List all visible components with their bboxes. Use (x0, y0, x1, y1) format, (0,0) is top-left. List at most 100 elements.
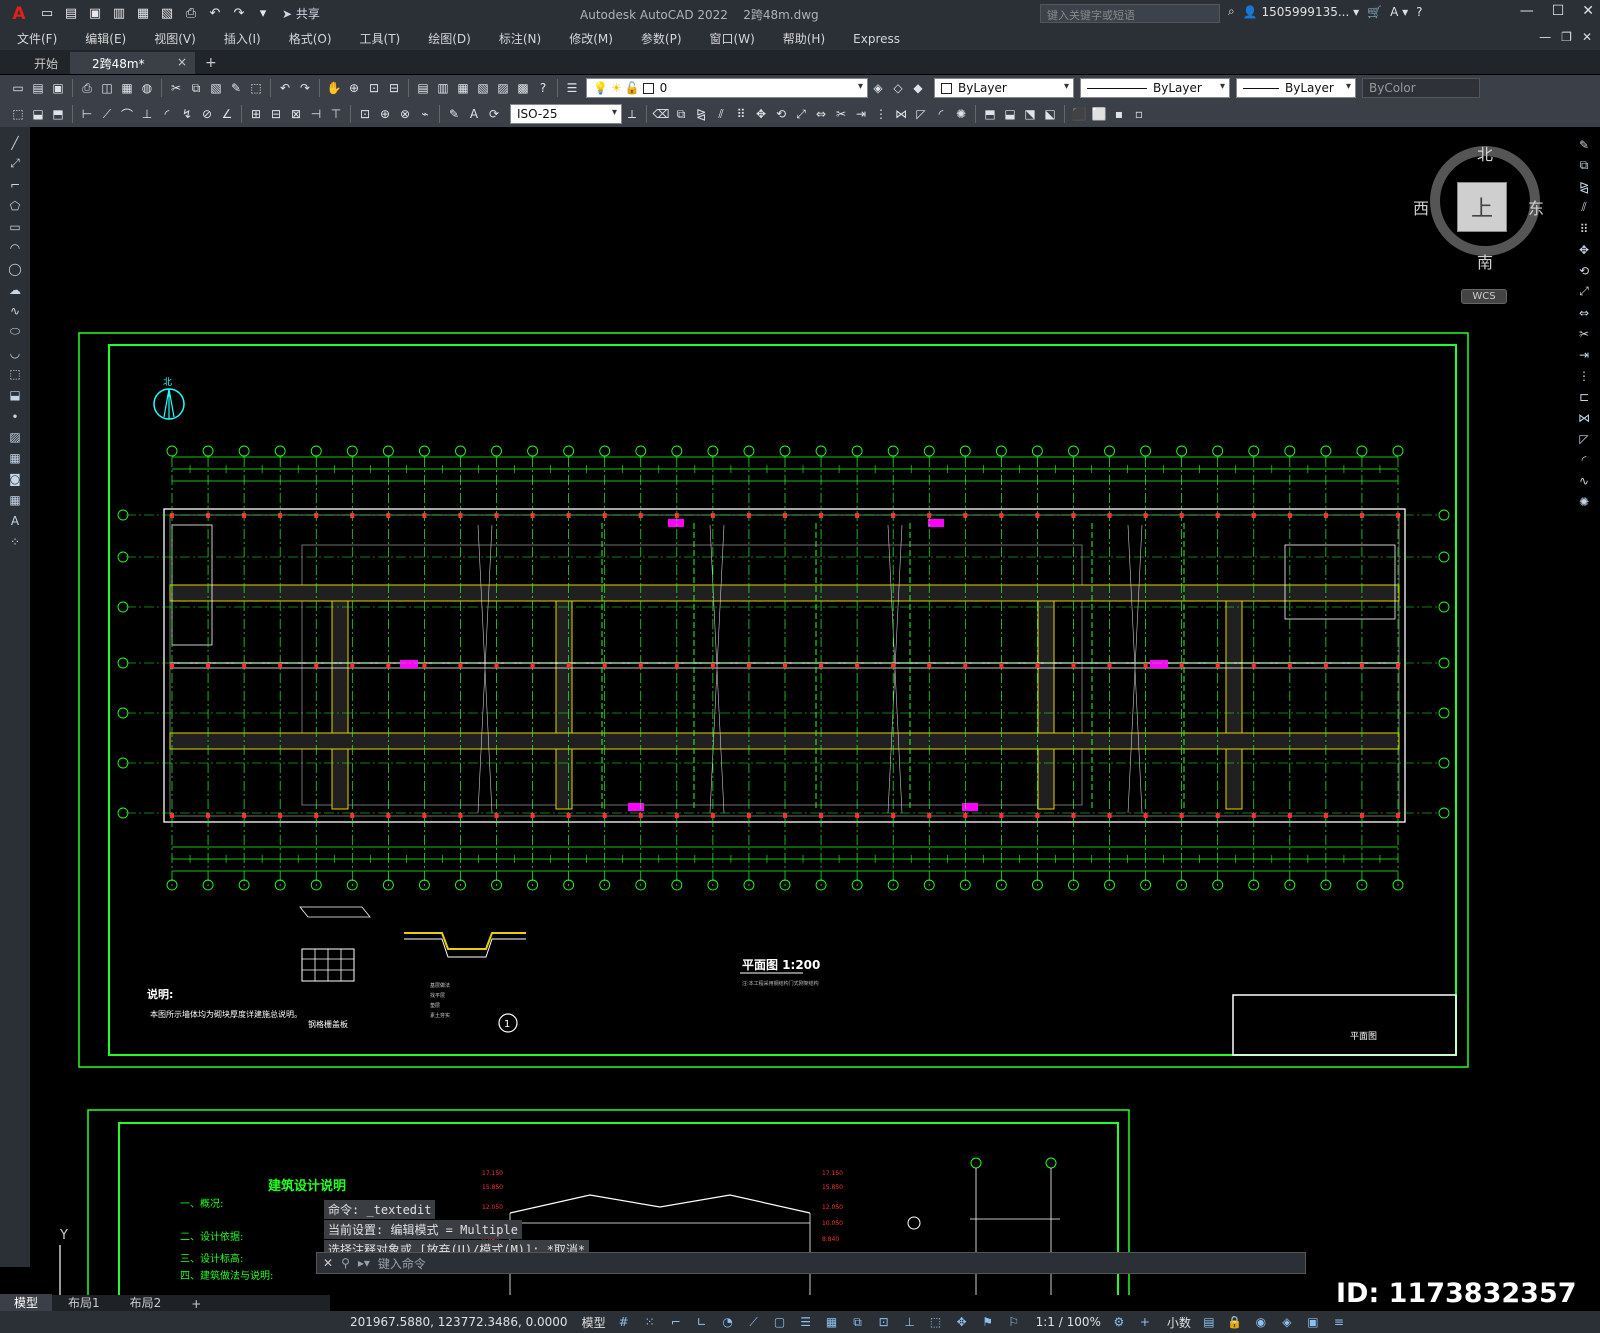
close-cmd-icon[interactable]: ✕ (323, 1256, 333, 1270)
array-tool-icon[interactable]: ⠿ (1575, 221, 1593, 236)
construction-line-icon[interactable]: ⤢ (6, 156, 24, 171)
color-dropdown[interactable]: ByLayer (934, 78, 1074, 98)
markup-icon[interactable]: ▨ (495, 80, 511, 96)
plot-icon[interactable]: ▧ (158, 5, 176, 23)
lock-ui-icon[interactable]: 🔒 (1227, 1314, 1243, 1330)
save-icon[interactable]: ▣ (86, 5, 104, 23)
minimize-icon[interactable]: — (1520, 3, 1534, 19)
region-icon[interactable]: ◙ (6, 471, 24, 486)
tab-layout1[interactable]: 布局1 (54, 1294, 114, 1311)
autocad-logo-icon[interactable]: A (6, 3, 32, 25)
inspect-icon[interactable]: ⊗ (397, 106, 413, 122)
block-icon[interactable]: ⬚ (10, 106, 26, 122)
plot-icon[interactable]: ⎙ (79, 80, 95, 96)
array-icon[interactable]: ⠿ (733, 106, 749, 122)
tab-layout2[interactable]: 布局2 (116, 1294, 176, 1311)
center-mark-icon[interactable]: ⊕ (377, 106, 393, 122)
ellipse-icon[interactable]: ⬭ (6, 324, 24, 339)
mirror-icon[interactable]: ⧎ (693, 106, 709, 122)
diameter-icon[interactable]: ⊘ (199, 106, 215, 122)
menu-edit[interactable]: 编辑(E) (68, 30, 137, 47)
gradient-icon[interactable]: ▦ (6, 450, 24, 465)
cmd-recent-icon[interactable]: ▸▾ (358, 1256, 370, 1270)
new-tab-button[interactable]: + (195, 52, 227, 74)
layer-state-icon[interactable]: ◆ (910, 80, 926, 96)
arc-icon[interactable]: ◠ (6, 240, 24, 255)
extend-tool-icon[interactable]: ⇥ (1575, 347, 1593, 362)
erase-tool-icon[interactable]: ✎ (1575, 137, 1593, 152)
doc-minimize-icon[interactable]: — (1539, 30, 1551, 44)
viewcube-north[interactable]: 北 (1477, 141, 1493, 165)
dims-front-icon[interactable]: ⬜ (1091, 106, 1107, 122)
angular-icon[interactable]: ∠ (219, 106, 235, 122)
add-selected-icon[interactable]: ⁘ (6, 534, 24, 549)
space-icon[interactable]: ⊣ (308, 106, 324, 122)
make-current-icon[interactable]: ◈ (870, 80, 886, 96)
offset-tool-icon[interactable]: ⫽ (1575, 200, 1593, 215)
menu-help[interactable]: 帮助(H) (766, 30, 836, 47)
model-space-toggle[interactable]: 模型 (582, 1314, 606, 1331)
insert-icon[interactable]: ⬓ (30, 106, 46, 122)
menu-format[interactable]: 格式(O) (272, 30, 343, 47)
transparency-icon[interactable]: ▦ (824, 1314, 840, 1330)
menu-window[interactable]: 窗口(W) (693, 30, 766, 47)
continue-icon[interactable]: ⊠ (288, 106, 304, 122)
layer-properties-icon[interactable]: ☰ (564, 80, 580, 96)
layer-dropdown[interactable]: 💡 ☀ 🔓 0 (586, 78, 868, 98)
circle-icon[interactable]: ◯ (6, 261, 24, 276)
chamfer-icon[interactable]: ◸ (913, 106, 929, 122)
point-icon[interactable]: ∙ (6, 408, 24, 423)
ordinate-icon[interactable]: ⊥ (139, 106, 155, 122)
text-front-icon[interactable]: ⬛ (1071, 106, 1087, 122)
bring-above-icon[interactable]: ⬔ (1022, 106, 1038, 122)
aligned-dim-icon[interactable]: ⟋ (99, 106, 115, 122)
rectangle-icon[interactable]: ▭ (6, 219, 24, 234)
viewcube-east[interactable]: 东 (1528, 195, 1544, 219)
hatch-icon[interactable]: ▨ (6, 429, 24, 444)
pan-icon[interactable]: ✋ (326, 80, 342, 96)
save-icon[interactable]: ▣ (50, 80, 66, 96)
radius-icon[interactable]: ◜ (159, 106, 175, 122)
stretch-tool-icon[interactable]: ⇔ (1575, 305, 1593, 320)
doc-close-icon[interactable]: ✕ (1582, 30, 1592, 44)
offset-icon[interactable]: ⫽ (713, 106, 729, 122)
polygon-icon[interactable]: ⬠ (6, 198, 24, 213)
auto-scale-icon[interactable]: ⚐ (1006, 1314, 1022, 1330)
join-tool-icon[interactable]: ⋈ (1575, 410, 1593, 425)
hatch-back-icon[interactable]: ▫ (1131, 106, 1147, 122)
explode-tool-icon[interactable]: ✺ (1575, 494, 1593, 509)
trim-tool-icon[interactable]: ✂ (1575, 326, 1593, 341)
add-layout-button[interactable]: + (177, 1297, 215, 1311)
attribute-icon[interactable]: ⬒ (50, 106, 66, 122)
send-under-icon[interactable]: ⬕ (1042, 106, 1058, 122)
explode-icon[interactable]: ✺ (953, 106, 969, 122)
selection-filter-icon[interactable]: ⬚ (928, 1314, 944, 1330)
help-button[interactable]: ? (1416, 5, 1422, 19)
zoom-previous-icon[interactable]: ⊟ (386, 80, 402, 96)
linear-dim-icon[interactable]: ⊢ (79, 106, 95, 122)
tab-close-icon[interactable]: × (177, 55, 187, 69)
menu-insert[interactable]: 插入(I) (207, 30, 272, 47)
plotstyle-dropdown[interactable]: ByColor (1362, 78, 1480, 98)
tab-model[interactable]: 模型 (0, 1294, 53, 1311)
save-as-icon[interactable]: ▥ (110, 5, 128, 23)
cart-icon[interactable]: 🛒 (1367, 5, 1382, 19)
calculator-icon[interactable]: ▩ (515, 80, 531, 96)
paste-icon[interactable]: ▧ (208, 80, 224, 96)
baseline-icon[interactable]: ⊟ (268, 106, 284, 122)
publish-icon[interactable]: ▦ (134, 5, 152, 23)
dimstyle-dropdown[interactable]: ISO-25 (510, 104, 622, 124)
match-prop-icon[interactable]: ✎ (228, 80, 244, 96)
mirror-tool-icon[interactable]: ⧎ (1575, 179, 1593, 194)
table-icon[interactable]: ▦ (6, 492, 24, 507)
trim-icon[interactable]: ✂ (833, 106, 849, 122)
wcs-menu[interactable]: WCS (1461, 289, 1507, 304)
snap-icon[interactable]: ⁙ (642, 1314, 658, 1330)
menu-parametric[interactable]: 参数(P) (624, 30, 693, 47)
fillet-tool-icon[interactable]: ◜ (1575, 452, 1593, 467)
isolate-icon[interactable]: ◉ (1253, 1314, 1269, 1330)
menu-modify[interactable]: 修改(M) (552, 30, 624, 47)
layer-previous-icon[interactable]: ◇ (890, 80, 906, 96)
dim-edit-icon[interactable]: ✎ (446, 106, 462, 122)
menu-dimension[interactable]: 标注(N) (482, 30, 552, 47)
